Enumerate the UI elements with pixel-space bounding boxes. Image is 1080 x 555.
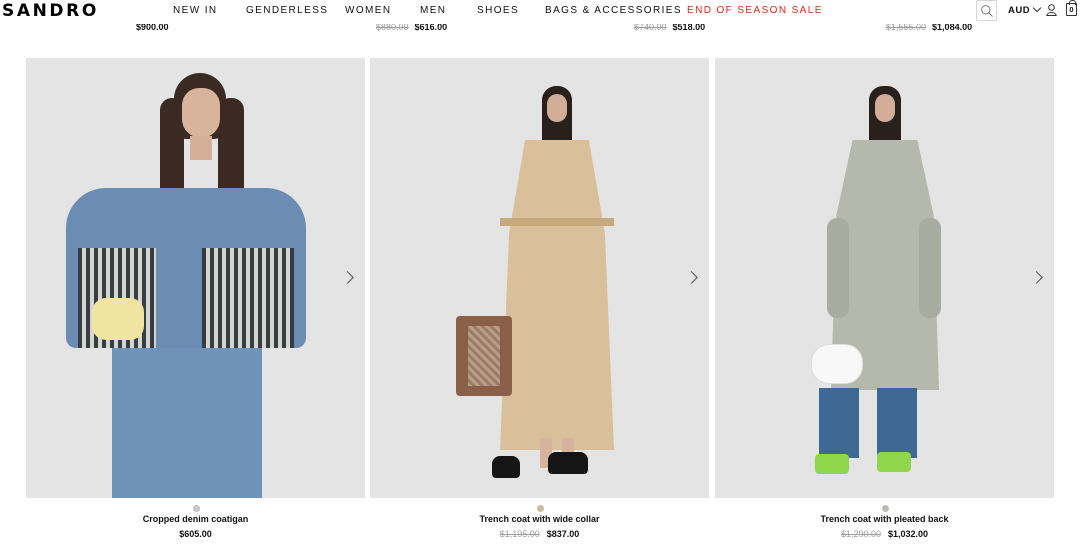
nav-bags-accessories[interactable]: BAGS & ACCESSORIES	[545, 5, 682, 16]
product-price-row: $1,290.00 $1,032.00	[715, 529, 1054, 539]
nav-new-in[interactable]: NEW IN	[173, 5, 218, 16]
product-name[interactable]: Trench coat with wide collar	[370, 514, 709, 524]
sandro-logo[interactable]: SANDRO	[2, 1, 99, 21]
price: $1,032.00	[888, 529, 929, 539]
nav-shoes[interactable]: SHOES	[477, 5, 519, 16]
product-card: Trench coat with pleated back $1,290.00 $…	[715, 58, 1054, 539]
cart-count: 0	[1069, 5, 1074, 14]
color-swatch[interactable]	[881, 505, 889, 512]
search-icon	[981, 5, 993, 17]
old-price: $1,290.00	[840, 529, 881, 539]
price: $605.00	[179, 529, 212, 539]
nav-end-of-season-sale[interactable]: END OF SEASON SALE	[687, 5, 823, 16]
product-image[interactable]	[26, 58, 365, 498]
product-price-row: $605.00	[26, 529, 365, 539]
product-name[interactable]: Trench coat with pleated back	[715, 514, 1054, 524]
old-price: $1,195.00	[499, 529, 540, 539]
product-image[interactable]	[370, 58, 709, 498]
user-icon[interactable]	[1046, 4, 1057, 16]
product-card: Cropped denim coatigan $605.00	[26, 58, 365, 539]
bag-icon[interactable]: 0	[1066, 0, 1077, 16]
next-image-arrow[interactable]	[343, 270, 355, 286]
product-name[interactable]: Cropped denim coatigan	[26, 514, 365, 524]
color-swatch[interactable]	[536, 505, 544, 512]
nav-men[interactable]: MEN	[420, 5, 446, 16]
chevron-down-icon	[1032, 3, 1042, 13]
nav-women[interactable]: WOMEN	[345, 5, 391, 16]
product-card: Trench coat with wide collar $1,195.00 $8…	[370, 58, 709, 539]
currency-label: AUD	[1008, 5, 1031, 16]
color-swatch[interactable]	[192, 505, 200, 512]
next-image-arrow[interactable]	[1032, 270, 1044, 286]
price: $837.00	[546, 529, 580, 539]
search-button[interactable]	[976, 0, 997, 21]
site-header: SANDRO NEW IN GENDERLESS WOMEN MEN SHOES…	[0, 0, 1080, 24]
product-image[interactable]	[715, 58, 1054, 498]
currency-selector[interactable]: AUD	[1008, 3, 1042, 16]
product-price-row: $1,195.00 $837.00	[370, 529, 709, 539]
nav-genderless[interactable]: GENDERLESS	[246, 5, 328, 16]
next-image-arrow[interactable]	[687, 270, 699, 286]
